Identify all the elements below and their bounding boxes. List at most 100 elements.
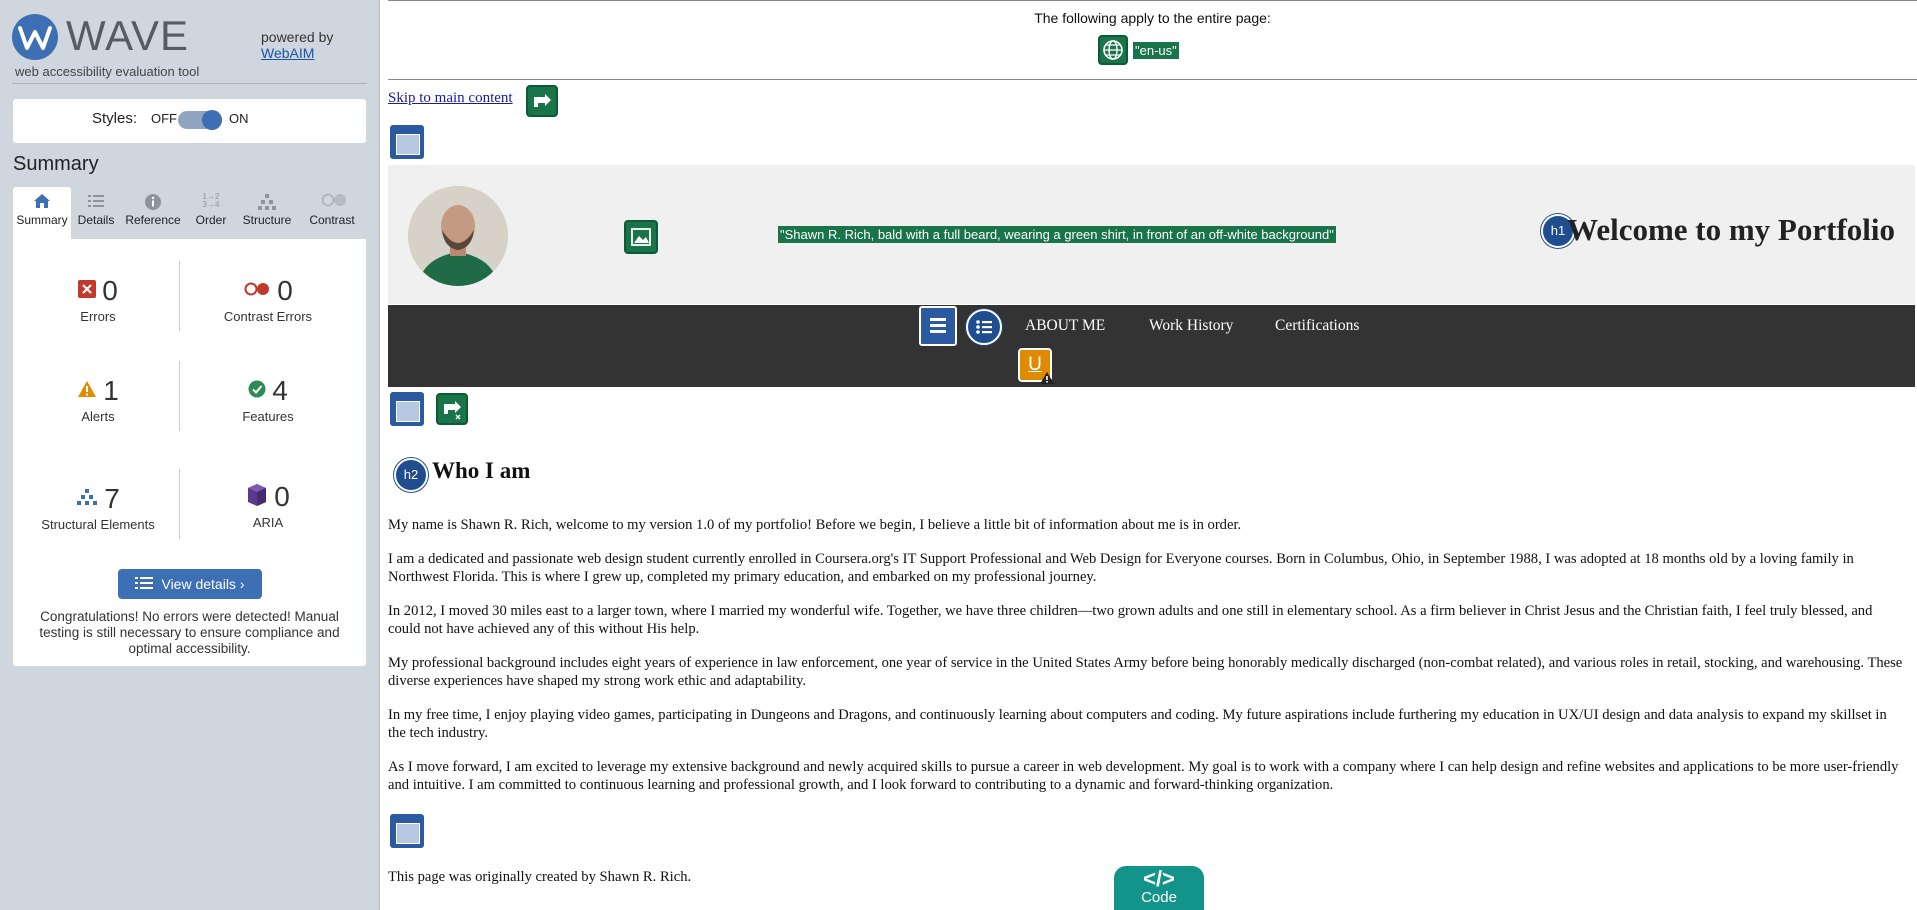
summary-heading: Summary <box>13 153 99 175</box>
tab-reference-label: Reference <box>125 213 181 227</box>
aria-cube-icon <box>246 483 268 512</box>
aria-count: 0 <box>274 481 290 512</box>
features-stat[interactable]: 4 Features <box>183 375 353 424</box>
contrast-errors-stat[interactable]: 0 Contrast Errors <box>183 275 353 324</box>
wave-subtitle: web accessibility evaluation tool <box>15 64 200 79</box>
tab-order-label: Order <box>195 213 227 227</box>
errors-count: 0 <box>102 275 118 306</box>
contrast-icon <box>321 193 346 211</box>
errors-stat[interactable]: 0 Errors <box>13 275 183 324</box>
contrast-error-icon <box>243 281 271 302</box>
nav-about-me[interactable]: ABOUT ME <box>1025 317 1105 335</box>
list-badge-icon[interactable] <box>966 309 1002 345</box>
powered-by: powered by WebAIM <box>261 29 333 61</box>
order-icon: 1→2 3→4 <box>202 192 220 209</box>
image-alt-text: "Shawn R. Rich, bald with a full beard, … <box>778 226 1336 243</box>
footer-text: This page was originally created by Shaw… <box>388 869 692 885</box>
structural-count: 7 <box>104 483 120 514</box>
divider <box>12 83 367 84</box>
alerts-stat[interactable]: 1 Alerts <box>13 375 183 424</box>
section-heading: Who I am <box>432 458 531 483</box>
contrast-errors-count: 0 <box>277 275 293 306</box>
view-details-label: View details › <box>161 576 245 592</box>
structural-label: Structural Elements <box>41 517 155 532</box>
image-alt-icon[interactable] <box>624 220 658 254</box>
paragraph: My professional background includes eigh… <box>388 655 1903 689</box>
language-notice: The following apply to the entire page: <box>1034 10 1271 26</box>
toggle-knob[interactable] <box>202 110 222 130</box>
main-nav: ABOUT ME Work History Certifications U <box>388 305 1915 387</box>
paragraph: In my free time, I enjoy playing video g… <box>388 707 1887 741</box>
home-icon <box>31 193 53 211</box>
tab-contrast[interactable]: Contrast <box>299 187 365 239</box>
globe-icon[interactable] <box>1098 35 1128 65</box>
webaim-link[interactable]: WebAIM <box>261 45 314 61</box>
panel-tabs: Summary Details Reference 1→2 3→4 Order S… <box>13 187 366 239</box>
tab-reference[interactable]: Reference <box>121 187 185 239</box>
powered-by-label: powered by <box>261 29 334 45</box>
alerts-count: 1 <box>103 375 119 406</box>
tab-details[interactable]: Details <box>73 187 119 239</box>
errors-label: Errors <box>80 309 116 324</box>
wave-logo-icon <box>12 14 58 60</box>
page-language-bar: The following apply to the entire page: … <box>388 0 1917 80</box>
list-icon <box>135 570 154 600</box>
page-content: The following apply to the entire page: … <box>380 0 1917 910</box>
styles-toggle[interactable] <box>178 110 222 130</box>
tab-order[interactable]: 1→2 3→4 Order <box>187 187 235 239</box>
skip-link-icon[interactable] <box>526 85 558 117</box>
region-inner <box>396 401 420 422</box>
feature-check-icon <box>248 380 266 403</box>
alerts-label: Alerts <box>81 409 115 424</box>
paragraph: In 2012, I moved 30 miles east to a larg… <box>388 603 1873 637</box>
aria-stat[interactable]: 0 ARIA <box>183 481 353 530</box>
wave-sidebar: WAVE web accessibility evaluation tool p… <box>0 0 380 910</box>
aria-label: ARIA <box>252 515 284 530</box>
region-inner <box>396 134 420 155</box>
tab-summary-label: Summary <box>16 213 68 227</box>
language-value: "en-us" <box>1133 42 1179 59</box>
tab-structure[interactable]: Structure <box>237 187 297 239</box>
page-header: "Shawn R. Rich, bald with a full beard, … <box>388 165 1915 304</box>
info-icon <box>142 193 164 211</box>
tab-summary[interactable]: Summary <box>13 187 71 239</box>
structure-icon <box>76 488 98 511</box>
nav-work-history[interactable]: Work History <box>1149 317 1233 335</box>
main-region-icon[interactable] <box>390 392 424 426</box>
alert-triangle-icon <box>1040 371 1054 389</box>
paragraph: My name is Shawn R. Rich, welcome to my … <box>388 517 1242 533</box>
profile-photo <box>408 186 508 286</box>
header-region-icon[interactable] <box>390 125 424 159</box>
styles-off-label: OFF <box>151 111 177 126</box>
tab-structure-label: Structure <box>242 213 292 227</box>
view-details-button[interactable]: View details › <box>118 569 262 599</box>
code-label: Code <box>1141 889 1177 906</box>
error-icon <box>78 279 97 303</box>
nav-region-icon[interactable] <box>919 306 957 346</box>
skip-target-icon[interactable] <box>436 393 468 425</box>
h2-badge[interactable]: h2 <box>394 458 428 492</box>
paragraph: As I move forward, I am excited to lever… <box>388 759 1899 793</box>
code-toggle-button[interactable]: </> Code <box>1114 866 1204 910</box>
alert-icon <box>77 380 97 403</box>
features-label: Features <box>242 409 294 424</box>
code-icon: </> <box>1143 866 1175 891</box>
skip-to-main-link[interactable]: Skip to main content <box>388 90 513 107</box>
tab-contrast-label: Contrast <box>309 213 355 227</box>
styles-label: Styles: <box>92 110 138 127</box>
features-count: 4 <box>272 375 288 406</box>
nav-certifications[interactable]: Certifications <box>1275 317 1359 335</box>
styles-on-label: ON <box>229 111 249 126</box>
structure-icon <box>256 193 278 211</box>
region-inner <box>396 823 420 844</box>
congrats-message: Congratulations! No errors were detected… <box>39 609 340 656</box>
structural-stat[interactable]: 7 Structural Elements <box>13 483 183 532</box>
page-title: Welcome to my Portfolio <box>1567 212 1895 247</box>
footer-region-icon[interactable] <box>390 814 424 848</box>
styles-toggle-box: Styles: OFF ON <box>13 99 366 143</box>
list-icon <box>85 193 107 211</box>
wave-title: WAVE <box>66 12 190 59</box>
contrast-errors-label: Contrast Errors <box>223 309 313 324</box>
summary-panel: 0 Errors 0 Contrast Errors 1 Alerts 4 Fe… <box>13 239 366 666</box>
tab-details-label: Details <box>77 213 115 227</box>
